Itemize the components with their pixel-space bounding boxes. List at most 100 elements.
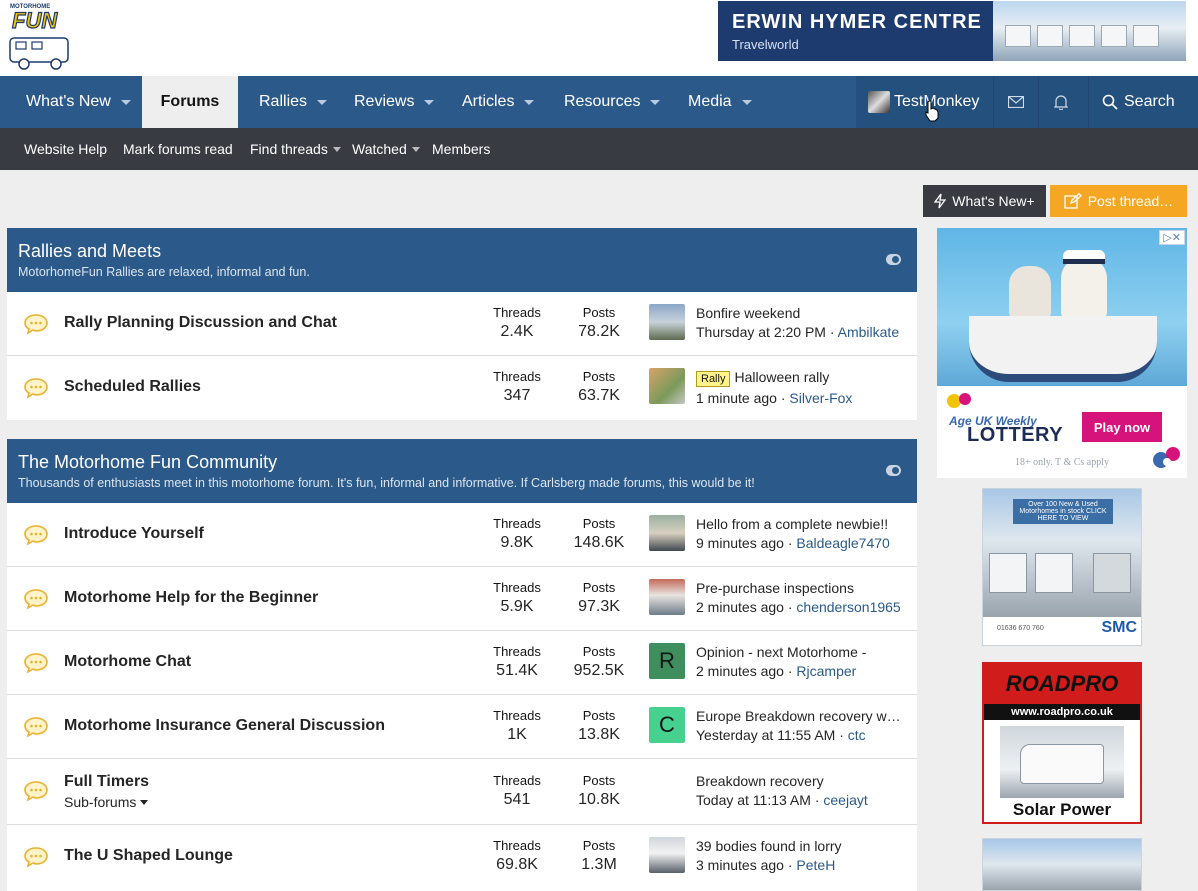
latest-user[interactable]: PeteH [796, 857, 835, 873]
nav-articles[interactable]: Articles [462, 76, 535, 128]
meta-separator: · [829, 324, 835, 340]
forum-title[interactable]: Full Timers [64, 773, 149, 791]
stat-label: Threads [493, 369, 541, 384]
latest-avatar[interactable] [649, 579, 685, 615]
stat-label: Threads [493, 838, 541, 853]
subnav-find-threads[interactable]: Find threads [250, 128, 341, 170]
nav-rallies[interactable]: Rallies [259, 76, 328, 128]
category-header-rallies[interactable]: Rallies and Meets MotorhomeFun Rallies a… [7, 228, 917, 292]
latest-avatar[interactable] [649, 368, 685, 404]
play-now-button[interactable]: Play now [1082, 412, 1162, 442]
whats-new-button[interactable]: What's New+ [923, 185, 1046, 217]
latest-user[interactable]: chenderson1965 [796, 599, 900, 615]
search-button[interactable]: Search [1102, 76, 1175, 128]
latest-time[interactable]: 1 minute ago [696, 390, 777, 406]
latest-post: Bonfire weekend Thursday at 2:20 PM · Am… [696, 305, 908, 340]
subnav-website-help[interactable]: Website Help [24, 128, 107, 170]
header-banner-ad[interactable]: ERWIN HYMER CENTRE Travelworld [718, 1, 1186, 61]
avatar [868, 91, 890, 113]
ad-phone: 01636 670 760 [997, 625, 1044, 632]
sidebar-ad-roadpro[interactable]: ROADPRO www.roadpro.co.uk Solar Power [982, 662, 1142, 824]
latest-avatar[interactable]: R [649, 643, 685, 679]
latest-user[interactable]: Rjcamper [796, 663, 856, 679]
nav-resources[interactable]: Resources [564, 76, 661, 128]
ad-brand: ROADPRO [984, 664, 1140, 704]
post-thread-label: Post thread… [1087, 193, 1174, 209]
sidebar-ad-partial[interactable] [982, 838, 1142, 891]
latest-thread-title[interactable]: Pre-purchase inspections [696, 580, 908, 596]
site-logo[interactable]: MOTORHOME FUN [6, 0, 78, 72]
latest-thread-title[interactable]: Hello from a complete newbie!! [696, 516, 908, 532]
forum-title[interactable]: Motorhome Chat [64, 653, 191, 671]
meta-separator: · [787, 599, 793, 615]
alerts-button[interactable] [1039, 76, 1083, 128]
caret-down-icon [332, 146, 341, 152]
subnav-watched[interactable]: Watched [352, 128, 420, 170]
caret-down-icon[interactable] [424, 99, 435, 105]
latest-user[interactable]: Ambilkate [838, 324, 899, 340]
posts-stat: Posts 1.3M [559, 838, 639, 874]
latest-time[interactable]: 2 minutes ago [696, 663, 784, 679]
post-thread-button[interactable]: Post thread… [1050, 185, 1187, 217]
latest-avatar[interactable] [649, 515, 685, 551]
nav-forums[interactable]: Forums [142, 76, 238, 128]
nav-media[interactable]: Media [688, 76, 752, 128]
caret-down-icon[interactable] [741, 99, 752, 105]
forum-row: Rally Planning Discussion and Chat Threa… [7, 292, 917, 356]
forum-title[interactable]: Motorhome Help for the Beginner [64, 589, 318, 607]
latest-user[interactable]: ceejayt [823, 792, 867, 808]
caret-down-icon[interactable] [650, 99, 661, 105]
latest-user[interactable]: ctc [848, 727, 866, 743]
meta-separator: · [814, 792, 820, 808]
subforums-toggle[interactable]: Sub-forums [64, 794, 149, 810]
collapse-toggle-icon[interactable] [886, 465, 901, 476]
latest-time[interactable]: Yesterday at 11:55 AM [696, 727, 835, 743]
speech-bubble-icon [24, 378, 48, 399]
latest-user[interactable]: Silver-Fox [789, 390, 852, 406]
nav-user-area: TestMonkey Search [856, 76, 1198, 128]
latest-thread-title[interactable]: Opinion - next Motorhome - [696, 644, 908, 660]
caret-down-icon[interactable] [120, 99, 131, 105]
forum-title[interactable]: Rally Planning Discussion and Chat [64, 314, 337, 332]
latest-thread-title[interactable]: Bonfire weekend [696, 305, 908, 321]
forum-title[interactable]: Introduce Yourself [64, 525, 204, 543]
latest-thread-title[interactable]: Breakdown recovery [696, 773, 908, 789]
latest-thread-title[interactable]: Europe Breakdown recovery w… [696, 708, 908, 724]
caret-down-icon[interactable] [524, 99, 535, 105]
posts-stat: Posts 63.7K [559, 369, 639, 405]
latest-avatar[interactable]: C [649, 707, 685, 743]
stat-label: Posts [582, 369, 616, 384]
forum-title[interactable]: The U Shaped Lounge [64, 847, 233, 865]
subnav-members[interactable]: Members [432, 128, 490, 170]
adchoices-icon[interactable]: ▷✕ [1159, 230, 1185, 245]
sidebar-ad-smc[interactable]: Over 100 New & Used Motorhomes in stock … [982, 488, 1142, 646]
sidebar-ad-lottery[interactable]: ▷✕ Age UK Weekly LOTTERY Play now 18+ on… [937, 228, 1187, 478]
nav-reviews[interactable]: Reviews [354, 76, 435, 128]
subnav-mark-forums-read[interactable]: Mark forums read [123, 128, 233, 170]
latest-time[interactable]: 3 minutes ago [696, 857, 784, 873]
envelope-icon [1008, 96, 1024, 108]
category-description: Thousands of enthusiasts meet in this mo… [18, 476, 755, 490]
latest-thread-title[interactable]: 39 bodies found in lorry [696, 838, 908, 854]
latest-avatar[interactable] [649, 837, 685, 873]
latest-meta: Thursday at 2:20 PM · Ambilkate [696, 324, 908, 340]
latest-time[interactable]: 9 minutes ago [696, 535, 784, 551]
posts-stat: Posts 10.8K [559, 773, 639, 809]
nav-label: Resources [564, 93, 641, 110]
latest-thread-title[interactable]: Halloween rally [734, 369, 829, 385]
collapse-toggle-icon[interactable] [886, 254, 901, 265]
latest-avatar[interactable] [649, 304, 685, 340]
ad-captain-hat [1063, 250, 1105, 264]
category-header-community[interactable]: The Motorhome Fun Community Thousands of… [7, 439, 917, 503]
caret-down-icon[interactable] [317, 99, 328, 105]
latest-user[interactable]: Baldeagle7470 [796, 535, 889, 551]
latest-post: Breakdown recovery Today at 11:13 AM · c… [696, 773, 908, 808]
latest-time[interactable]: Thursday at 2:20 PM [696, 324, 826, 340]
nav-whats-new[interactable]: What's New [26, 76, 131, 128]
inbox-button[interactable] [994, 76, 1038, 128]
latest-time[interactable]: 2 minutes ago [696, 599, 784, 615]
thread-prefix-badge[interactable]: Rally [696, 371, 731, 387]
forum-title[interactable]: Motorhome Insurance General Discussion [64, 717, 385, 735]
forum-title[interactable]: Scheduled Rallies [64, 378, 201, 396]
latest-time[interactable]: Today at 11:13 AM [696, 792, 811, 808]
